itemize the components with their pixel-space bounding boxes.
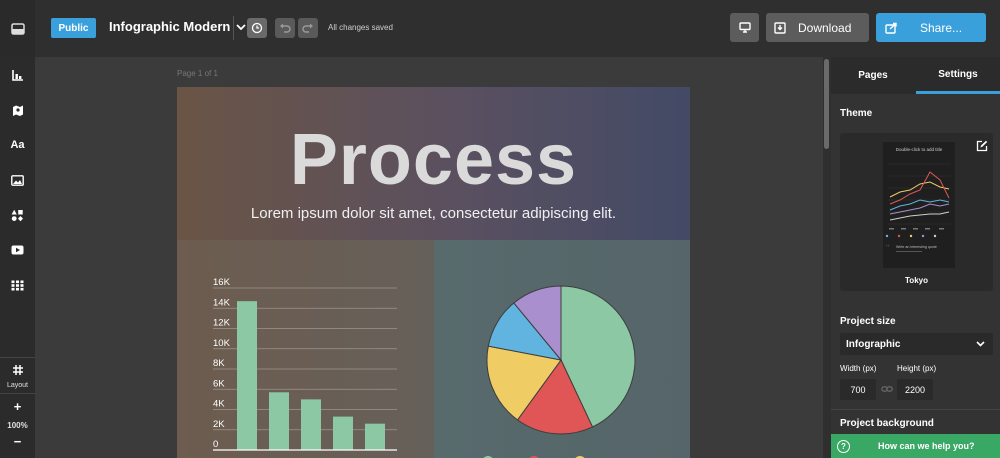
bar-chart-panel[interactable]: 0 2K 4K 6K 8K 10K 12K 14K 16K [177, 240, 434, 458]
home-icon[interactable] [0, 0, 35, 57]
top-toolbar: Public Infographic Modern All changes sa… [0, 0, 1000, 57]
y-tick-label: 10K [213, 338, 231, 349]
bar [237, 301, 257, 450]
help-label: How can we help you? [878, 441, 975, 451]
edit-icon[interactable] [976, 140, 988, 152]
share-button[interactable]: Share... [876, 13, 986, 42]
theme-heading: Theme [840, 108, 873, 119]
hero-section[interactable]: Process Lorem ipsum dolor sit amet, cons… [177, 87, 690, 240]
project-size-select[interactable]: Infographic [840, 333, 993, 355]
bar-chart[interactable]: 0 2K 4K 6K 8K 10K 12K 14K 16K [177, 240, 434, 458]
hash-icon [12, 365, 23, 375]
canvas-area[interactable]: Page 1 of 1 Process Lorem ipsum dolor si… [35, 57, 823, 458]
link-icon[interactable] [881, 384, 893, 394]
save-status: All changes saved [328, 23, 393, 32]
sidebar-item-charts[interactable] [0, 65, 35, 85]
bar [333, 416, 353, 450]
redo-button[interactable] [298, 18, 318, 38]
sidebar-divider [0, 357, 35, 358]
left-sidebar: Aa Layout + 100% − [0, 57, 35, 458]
download-icon [774, 21, 786, 34]
theme-preview-title: Double-click to add title [896, 147, 943, 152]
zoom-out-button[interactable]: − [0, 434, 35, 449]
pie-chart-panel[interactable]: USAChinaJapan [434, 240, 690, 458]
background-heading: Project background [840, 418, 934, 429]
download-button[interactable]: Download [766, 13, 869, 42]
theme-name: Tokyo [905, 276, 928, 285]
zoom-level: 100% [7, 421, 28, 430]
y-tick-label: 12K [213, 318, 231, 329]
svg-text:“: “ [886, 243, 890, 252]
panel-tabs: Pages Settings [831, 57, 1000, 94]
history-button[interactable] [247, 18, 267, 38]
toolbar-divider [233, 16, 234, 40]
video-icon [11, 245, 24, 255]
theme-preview: Double-click to add title “ Write an int… [883, 142, 955, 268]
bar [269, 392, 289, 450]
undo-button[interactable] [275, 18, 295, 38]
shapes-icon [11, 209, 23, 221]
share-label: Share... [920, 20, 963, 35]
pie-chart[interactable]: USAChinaJapan [434, 240, 690, 458]
y-tick-label: 4K [213, 399, 225, 410]
page-label: Page 1 of 1 [177, 69, 218, 78]
zoom-in-button[interactable]: + [0, 399, 35, 414]
sidebar-item-shapes[interactable] [0, 205, 35, 225]
layout-button[interactable] [0, 362, 35, 378]
settings-panel: Pages Settings Theme Double-click to add… [831, 57, 1000, 458]
chevron-down-icon [236, 23, 246, 30]
chevron-down-icon [976, 341, 985, 347]
height-label: Height (px) [897, 364, 937, 373]
share-icon [885, 22, 897, 34]
y-tick-label: 0 [213, 439, 218, 450]
project-title: Infographic Modern [109, 19, 231, 34]
download-label: Download [798, 20, 852, 35]
y-tick-label: 8K [213, 358, 225, 369]
canvas-scrollbar[interactable] [823, 57, 831, 458]
y-tick-label: 6K [213, 378, 225, 389]
page-subtitle[interactable]: Lorem ipsum dolor sit amet, consectetur … [177, 205, 690, 222]
project-size-value: Infographic [846, 338, 901, 350]
sidebar-item-maps[interactable] [0, 100, 35, 120]
theme-card[interactable]: Double-click to add title “ Write an int… [840, 133, 993, 291]
infographic-page[interactable]: Process Lorem ipsum dolor sit amet, cons… [177, 87, 690, 458]
height-field[interactable]: 2200 [897, 379, 933, 400]
theme-preview-quote: Write an interesting quote [896, 245, 937, 249]
grid-icon [11, 280, 24, 290]
sidebar-divider [0, 393, 35, 394]
chart-icon [11, 70, 23, 81]
sidebar-item-photos[interactable] [0, 170, 35, 190]
bar [365, 423, 385, 450]
monitor-icon [738, 22, 751, 33]
tab-pages[interactable]: Pages [831, 57, 915, 94]
redo-icon [302, 23, 313, 33]
y-tick-label: 14K [213, 297, 231, 308]
undo-icon [280, 23, 291, 33]
help-icon: ? [837, 439, 850, 453]
y-tick-label: 16K [213, 277, 231, 288]
panel-divider [831, 409, 1000, 410]
present-button[interactable] [730, 13, 759, 42]
sidebar-item-text[interactable]: Aa [0, 135, 35, 155]
layout-label: Layout [6, 382, 29, 389]
width-label: Width (px) [840, 364, 877, 373]
width-field[interactable]: 700 [840, 379, 876, 400]
project-size-heading: Project size [840, 316, 896, 327]
map-icon [12, 105, 23, 116]
image-icon [11, 174, 24, 186]
scrollbar-thumb[interactable] [824, 59, 829, 149]
y-tick-label: 2K [213, 419, 225, 430]
help-button[interactable]: ? How can we help you? [831, 434, 1000, 458]
visibility-button[interactable]: Public [51, 18, 96, 38]
bar [301, 399, 321, 450]
tab-settings[interactable]: Settings [916, 57, 1000, 94]
sidebar-item-more[interactable] [0, 275, 35, 295]
page-title[interactable]: Process [177, 119, 690, 201]
project-title-dropdown[interactable]: Infographic Modern [109, 19, 246, 34]
clock-icon [251, 22, 263, 34]
sidebar-item-video[interactable] [0, 240, 35, 260]
